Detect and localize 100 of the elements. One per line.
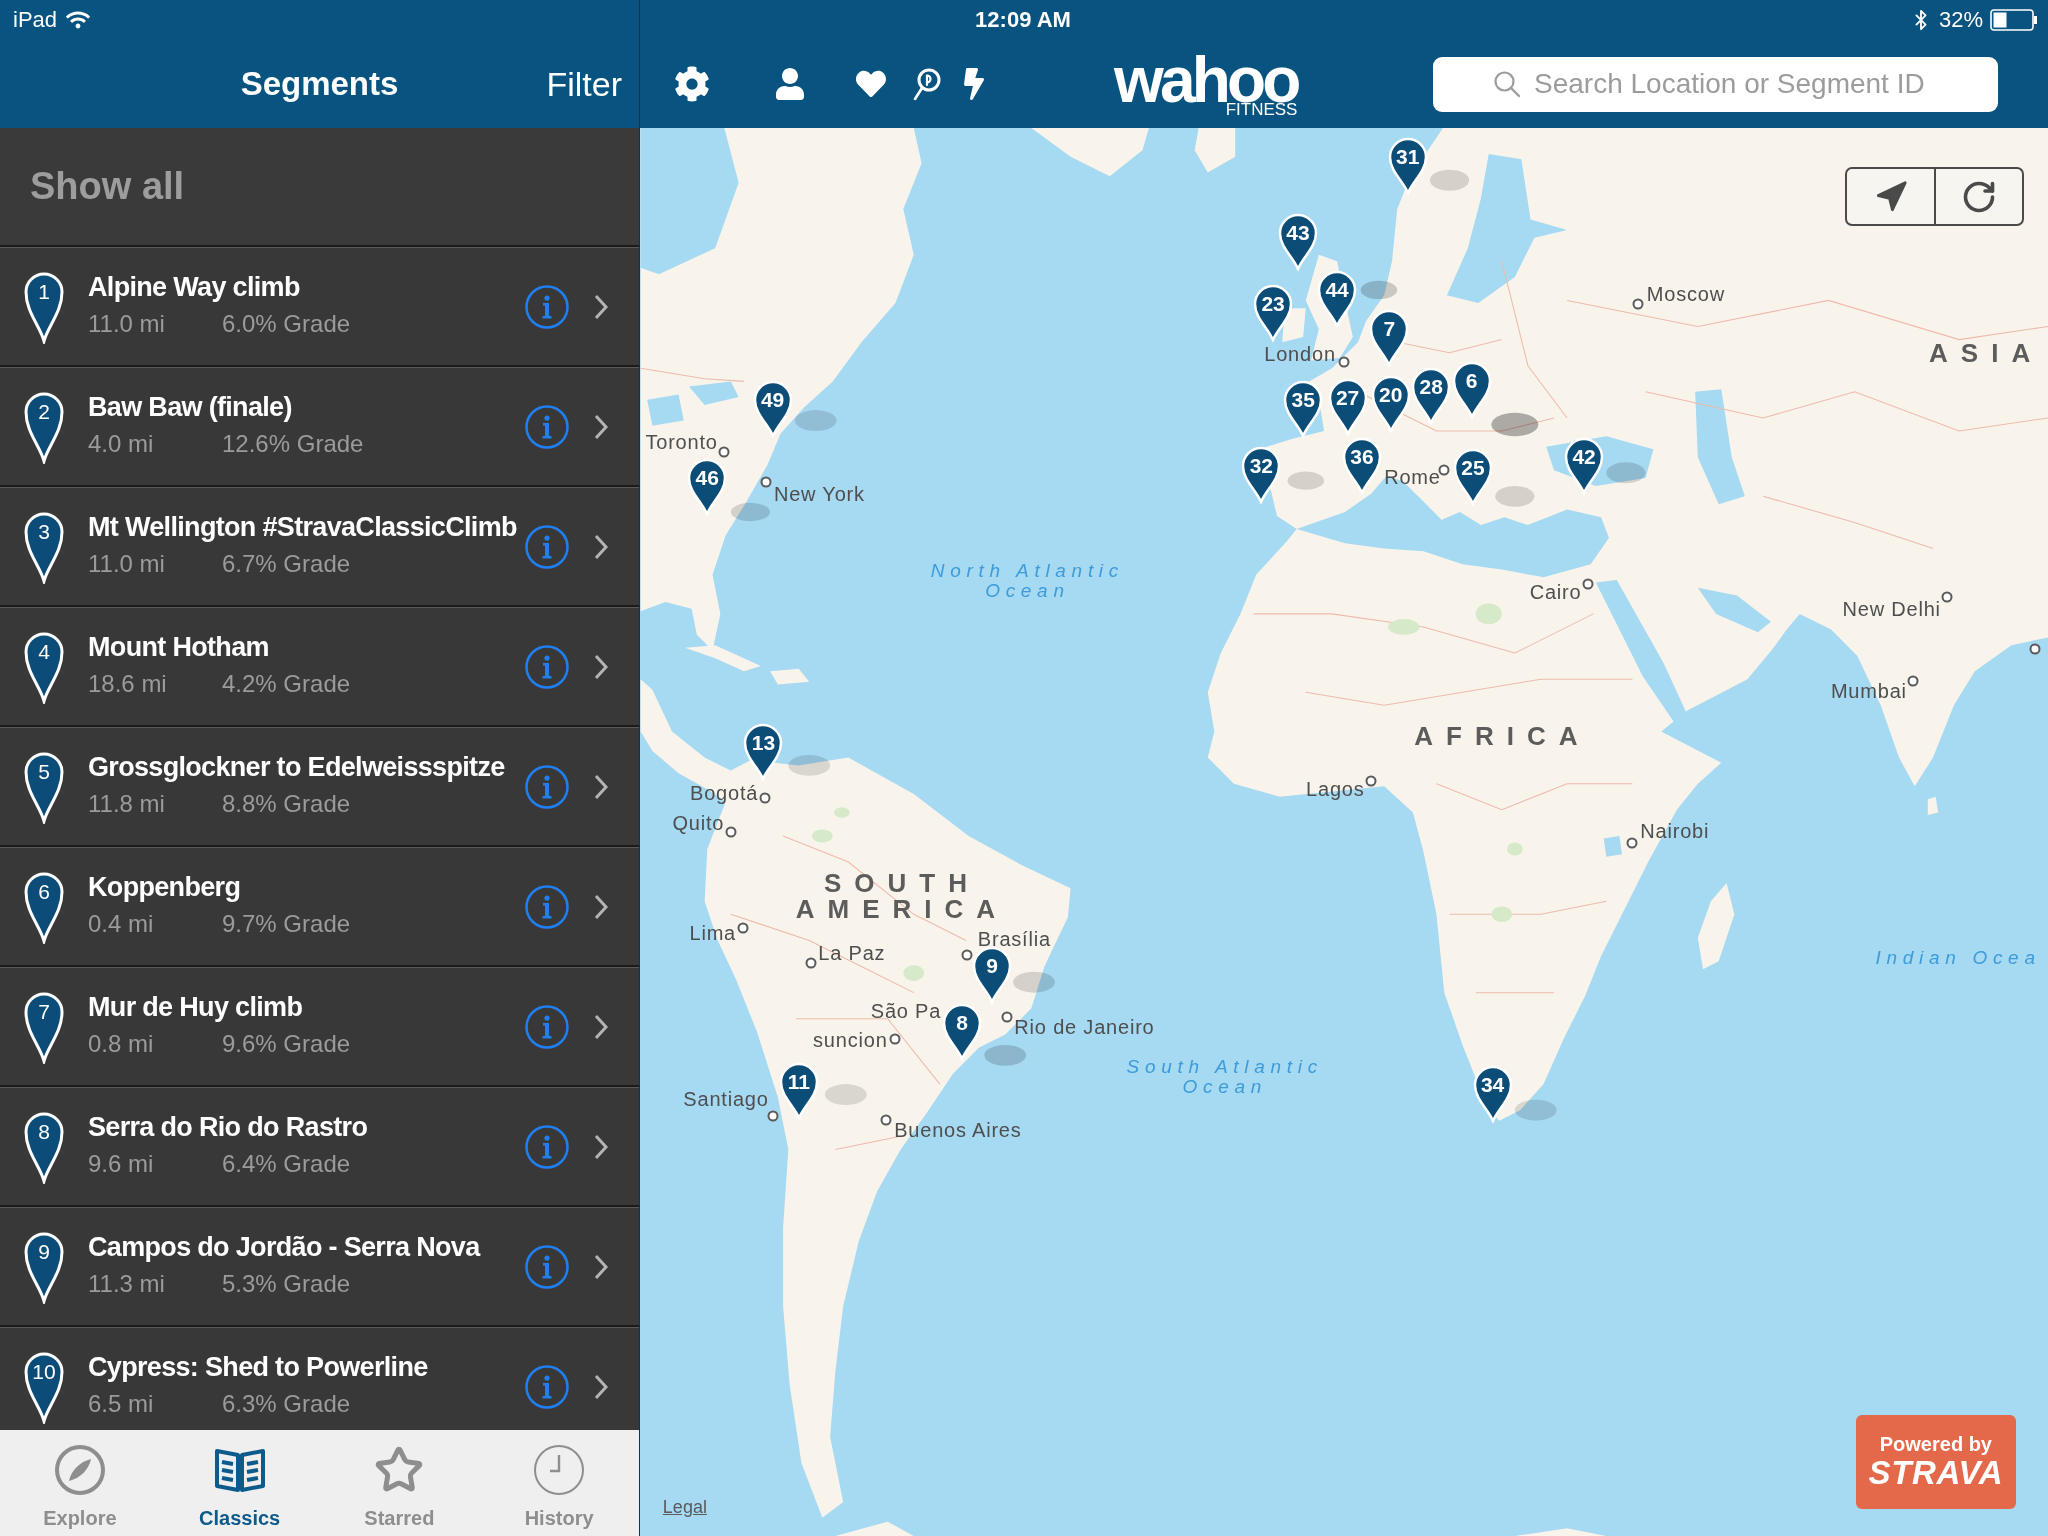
ocean-label: Indian Ocea [1875,947,2041,968]
book-icon [213,1446,266,1494]
chevron-right-icon [593,1132,609,1161]
segment-distance: 11.0 mi [88,310,166,338]
chevron-right-icon [593,1372,609,1401]
search-icon [1493,69,1521,98]
map-pin[interactable]: 44 [1317,270,1358,328]
segment-title: Alpine Way climb [88,271,301,303]
city-label: Lagos [1306,778,1365,801]
region-label: SOUTH AMERICA [795,870,1009,923]
map-pin[interactable]: 27 [1327,378,1368,437]
segment-distance: 4.0 mi [88,430,155,458]
segment-distance: 9.6 mi [88,1150,155,1178]
info-button[interactable] [525,404,569,449]
map-pin[interactable]: 31 [1387,136,1428,195]
info-button[interactable] [525,1244,569,1289]
info-button[interactable] [525,884,569,929]
info-icon [525,284,569,329]
map-pin[interactable]: 46 [687,458,728,517]
info-button[interactable] [525,764,569,809]
city-label: Mumbai [1830,680,1907,703]
device-name: iPad [13,7,58,33]
info-button[interactable] [525,644,569,689]
segment-grade: 4.2% Grade [222,670,351,698]
city-label: São Pa [870,1000,942,1023]
legal-link[interactable]: Legal [662,1495,707,1518]
map-pin[interactable]: 7 [1369,309,1410,368]
map-pin[interactable]: 11 [778,1061,819,1120]
park-area [1388,619,1420,635]
segment-row[interactable]: 7 Mur de Huy climb 0.8 mi 9.6% Grade [0,967,639,1087]
lake [647,394,684,426]
route-area [1287,471,1325,490]
pin-marker: 8 [23,1110,65,1184]
map-pin[interactable]: 8 [942,1003,983,1062]
chevron-right-icon [593,532,609,561]
map-pin[interactable]: 35 [1283,379,1324,438]
map-pin[interactable]: 23 [1253,284,1294,343]
pin-marker: 2 [23,390,65,464]
segment-grade: 6.0% Grade [222,310,351,338]
info-button[interactable] [525,1364,569,1409]
filter-button[interactable]: Filter [546,64,622,104]
park-area [1507,842,1523,856]
park-area [1475,603,1502,625]
map-pin[interactable]: 28 [1411,366,1452,425]
map-pin[interactable]: 6 [1451,361,1492,420]
chevron-right-icon [593,1252,609,1281]
segment-title: Mt Wellington #StravaClassicClimb [88,511,517,543]
route-area [794,410,837,431]
segment-row[interactable]: 1 Alpine Way climb 11.0 mi 6.0% Grade [0,247,639,367]
segment-grade: 9.6% Grade [222,1030,351,1058]
info-button[interactable] [525,1124,569,1169]
island [770,668,810,685]
settings-icon[interactable] [674,66,710,102]
map-pin[interactable]: 9 [972,945,1013,1004]
segment-row[interactable]: 9 Campos do Jordão - Serra Nova 11.3 mi 5.3% Grade [0,1207,639,1327]
map-pin[interactable]: 43 [1277,212,1318,271]
map-pin[interactable]: 20 [1370,374,1411,433]
segment-distance: 0.4 mi [88,910,155,938]
segment-row[interactable]: 8 Serra do Rio do Rastro 9.6 mi 6.4% Grade [0,1087,639,1207]
segment-grade: 8.8% Grade [222,790,351,818]
ocean-label: North Atlantic Ocean [930,561,1124,602]
pin-marker: 4 [23,630,65,704]
segment-title: Campos do Jordão - Serra Nova [88,1231,480,1263]
map-pin[interactable]: 34 [1472,1064,1513,1123]
lightning-icon[interactable] [964,68,984,100]
map-pin[interactable]: 25 [1453,447,1493,506]
info-icon [525,1004,569,1049]
map-pin[interactable]: 49 [752,379,793,438]
segment-row[interactable]: 2 Baw Baw (finale) 4.0 mi 12.6% Grade [0,367,639,487]
segment-row[interactable]: 6 Koppenberg 0.4 mi 9.7% Grade [0,847,639,967]
battery-icon [1990,9,2038,31]
segment-grade: 9.7% Grade [222,910,351,938]
info-button[interactable] [525,1004,569,1049]
segment-title: Cypress: Shed to Powerline [88,1351,428,1383]
segment-row[interactable]: 4 Mount Hotham 18.6 mi 4.2% Grade [0,607,639,727]
map-pin[interactable]: 32 [1241,446,1282,505]
heart-icon[interactable] [854,69,888,99]
segment-grade: 5.3% Grade [222,1270,351,1298]
pin-marker: 10 [23,1350,65,1424]
city-label: suncion [813,1029,888,1052]
person-icon[interactable] [774,68,806,100]
map-pin[interactable]: 42 [1564,437,1605,496]
info-button[interactable] [525,284,569,329]
city-label: Rio de Janeiro [1014,1016,1155,1038]
status-time: 12:09 AM [975,7,1071,33]
pin-marker: 5 [23,750,65,824]
battery-percentage: 32% [1938,7,1983,33]
tab[interactable]: Classics [159,1430,320,1536]
lake [689,381,739,405]
strava-wordmark: STRAVA [1868,1455,2004,1492]
map-pin[interactable]: 13 [743,723,784,782]
segment-row[interactable]: 3 Mt Wellington #StravaClassicClimb 11.0 mi 6.7% Grade [0,487,639,607]
map-pin[interactable]: 36 [1341,437,1382,496]
search-field[interactable]: Search Location or Segment ID [1433,56,1998,112]
segment-grade: 6.7% Grade [222,550,351,578]
city-label: New Delhi [1842,597,1941,620]
chevron-right-icon [593,892,609,921]
info-button[interactable] [525,524,569,569]
island [1194,128,1236,173]
segment-row[interactable]: 5 Grossglockner to Edelweissspitze 11.8 mi 8.8% Grade [0,727,639,847]
